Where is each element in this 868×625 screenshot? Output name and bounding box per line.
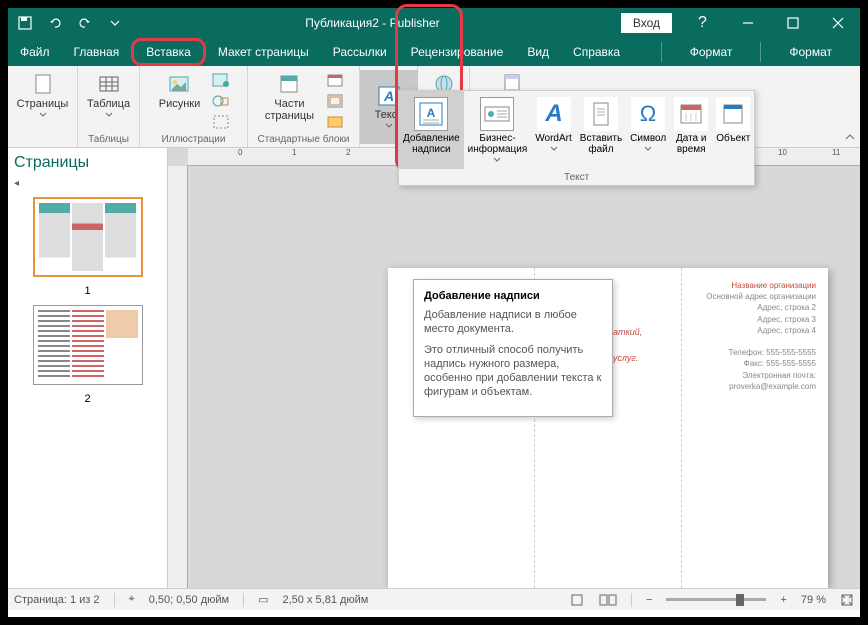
svg-text:Ω: Ω	[640, 101, 656, 126]
pointer-icon: ⌖	[129, 593, 135, 606]
page-number: 1	[14, 285, 161, 297]
tab-review[interactable]: Рецензирование	[399, 38, 516, 66]
ruler-vertical	[168, 166, 188, 588]
tab-format-1[interactable]: Формат	[662, 38, 761, 66]
add-textbox-button[interactable]: A Добавление надписи	[399, 91, 464, 169]
svg-text:A: A	[382, 88, 393, 104]
customize-qat-icon[interactable]	[106, 14, 124, 32]
help-icon[interactable]: ?	[680, 8, 725, 38]
symbol-button[interactable]: Ω Символ	[626, 91, 670, 169]
minimize-icon[interactable]	[725, 8, 770, 38]
status-position: 0,50; 0,50 дюйм	[149, 594, 229, 606]
pages-button[interactable]: Страницы	[13, 70, 73, 120]
tab-page-layout[interactable]: Макет страницы	[206, 38, 321, 66]
chevron-down-icon	[644, 146, 652, 152]
tab-file[interactable]: Файл	[8, 38, 62, 66]
collapse-ribbon-icon[interactable]	[844, 131, 856, 143]
object-button[interactable]: Объект	[712, 91, 754, 169]
date-time-button[interactable]: Дата и время	[670, 91, 712, 169]
redo-icon[interactable]	[76, 14, 94, 32]
view-single-icon[interactable]	[569, 593, 585, 607]
collapse-icon[interactable]: ◂	[14, 178, 161, 189]
close-icon[interactable]	[815, 8, 860, 38]
view-spread-icon[interactable]	[599, 593, 617, 607]
status-bar: Страница: 1 из 2 ⌖ 0,50; 0,50 дюйм ▭ 2,5…	[8, 588, 860, 610]
shapes-icon[interactable]	[210, 91, 232, 111]
org-addr: Адрес, строка 2	[694, 302, 816, 313]
business-info-button[interactable]: Бизнес- информация	[464, 91, 532, 169]
signin-button[interactable]: Вход	[621, 13, 672, 33]
page-parts-button[interactable]: Части страницы	[261, 70, 318, 132]
calendar-icon[interactable]	[324, 70, 346, 90]
table-button[interactable]: Таблица	[83, 70, 134, 120]
picture-icon	[167, 72, 191, 96]
tab-insert[interactable]: Вставка	[131, 38, 206, 66]
page-thumbnail-1[interactable]	[33, 197, 143, 277]
zoom-slider[interactable]	[666, 598, 766, 601]
zoom-out-button[interactable]: −	[646, 594, 652, 606]
tab-mailings[interactable]: Рассылки	[321, 38, 399, 66]
file-icon	[584, 97, 618, 131]
org-addr: Адрес, строка 4	[694, 325, 816, 336]
insert-file-button[interactable]: Вставить файл	[576, 91, 626, 169]
zoom-in-button[interactable]: +	[780, 594, 786, 606]
pages-panel-title: Страницы	[14, 154, 89, 172]
svg-text:A: A	[427, 106, 436, 120]
status-page[interactable]: Страница: 1 из 2	[14, 594, 100, 606]
zoom-level[interactable]: 79 %	[801, 594, 826, 606]
tab-help[interactable]: Справка	[561, 38, 632, 66]
pages-panel: Страницы ◂ 1 2	[8, 148, 168, 588]
maximize-icon[interactable]	[770, 8, 815, 38]
border-icon[interactable]	[324, 91, 346, 111]
org-tel: Телефон: 555-555-5555	[694, 347, 816, 358]
title-bar: Публикация2 - Publisher Вход ?	[8, 8, 860, 38]
save-icon[interactable]	[16, 14, 34, 32]
chevron-down-icon	[493, 157, 501, 163]
page-parts-icon	[277, 72, 301, 96]
svg-text:A: A	[544, 100, 562, 127]
placeholder-icon[interactable]	[210, 112, 232, 132]
online-pictures-icon[interactable]	[210, 70, 232, 90]
pictures-button[interactable]: Рисунки	[155, 70, 205, 132]
calendar-icon	[674, 97, 708, 131]
menu-bar: Файл Главная Вставка Макет страницы Расс…	[8, 38, 860, 66]
fit-page-icon[interactable]	[840, 593, 854, 607]
textbox-icon: A	[414, 97, 448, 131]
org-email-label: Электронная почта:	[694, 370, 816, 381]
tab-format-2[interactable]: Формат	[761, 38, 860, 66]
tooltip-title: Добавление надписи	[424, 290, 602, 302]
org-fax: Факс: 555-555-5555	[694, 358, 816, 369]
wordart-button[interactable]: A WordArt	[531, 91, 576, 169]
object-icon	[716, 97, 750, 131]
org-name: Название организации	[694, 280, 816, 291]
undo-icon[interactable]	[46, 14, 64, 32]
dropdown-section-label: Текст	[564, 172, 589, 183]
text-dropdown: A Добавление надписи Бизнес- информация …	[398, 90, 755, 186]
page-thumbnail-2[interactable]	[33, 305, 143, 385]
org-email: proverka@example.com	[694, 381, 816, 392]
page-icon	[31, 72, 55, 96]
tooltip-text: Добавление надписи в любое место докумен…	[424, 308, 602, 337]
tab-home[interactable]: Главная	[62, 38, 132, 66]
tooltip-text: Это отличный способ получить надпись нуж…	[424, 343, 602, 400]
org-addr: Адрес, строка 3	[694, 314, 816, 325]
business-card-icon	[480, 97, 514, 131]
wordart-icon: A	[537, 97, 571, 131]
tooltip: Добавление надписи Добавление надписи в …	[413, 279, 613, 417]
org-addr: Основной адрес организации	[694, 291, 816, 302]
chevron-down-icon	[39, 112, 47, 118]
tab-view[interactable]: Вид	[515, 38, 561, 66]
table-icon	[97, 72, 121, 96]
symbol-icon: Ω	[631, 97, 665, 131]
ad-icon[interactable]	[324, 112, 346, 132]
window-title: Публикация2 - Publisher	[124, 16, 621, 30]
status-size: 2,50 x 5,81 дюйм	[283, 594, 369, 606]
chevron-down-icon	[385, 123, 393, 129]
page-number: 2	[14, 393, 161, 405]
size-icon: ▭	[258, 593, 268, 606]
chevron-down-icon	[550, 146, 558, 152]
chevron-down-icon	[105, 112, 113, 118]
